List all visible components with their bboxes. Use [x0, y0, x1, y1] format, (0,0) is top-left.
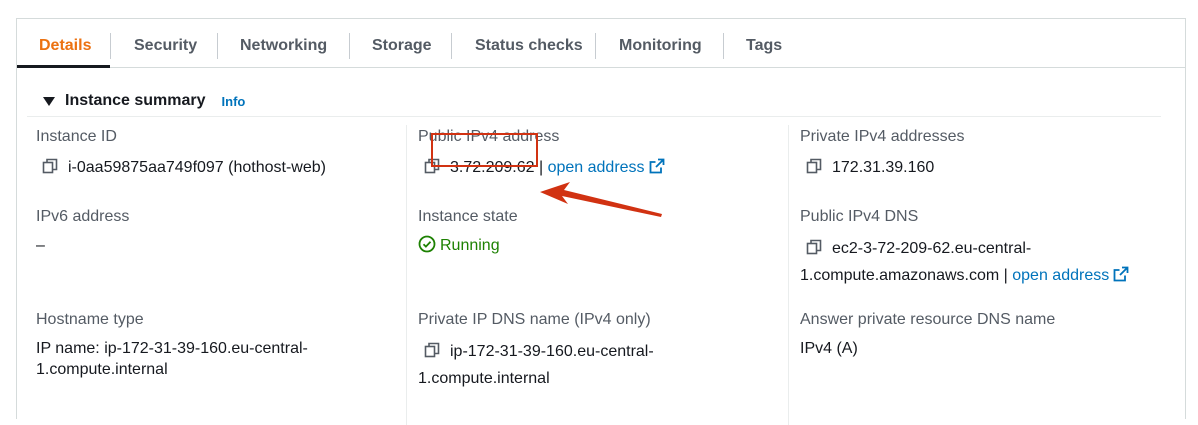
running-text: Running [440, 237, 500, 254]
instance-state-value: Running [418, 235, 500, 257]
ipv6-label: IPv6 address [36, 208, 130, 225]
tab-tags[interactable]: Tags [746, 19, 782, 67]
section-divider [27, 116, 1161, 117]
answer-dns-value: IPv4 (A) [800, 340, 858, 357]
answer-dns-label: Answer private resource DNS name [800, 311, 1056, 328]
instance-state-label: Instance state [418, 208, 518, 225]
public-dns-label: Public IPv4 DNS [800, 208, 919, 225]
private-dns-value-line2: 1.compute.internal [418, 370, 550, 387]
tab-security[interactable]: Security [134, 19, 197, 67]
copy-icon[interactable] [806, 239, 822, 255]
private-dns-label: Private IP DNS name (IPv4 only) [418, 311, 651, 328]
tab-storage[interactable]: Storage [372, 19, 432, 67]
private-dns-value-line1: ip-172-31-39-160.eu-central- [424, 341, 654, 363]
public-dns-text-line1: ec2-3-72-209-62.eu-central- [832, 240, 1032, 257]
active-tab-indicator [17, 65, 110, 68]
instance-id-value: i-0aa59875aa749f097 (hothost-web) [42, 157, 326, 179]
tab-separator [451, 33, 452, 59]
check-circle-icon [418, 235, 436, 253]
public-dns-value-line1: ec2-3-72-209-62.eu-central- [806, 238, 1031, 260]
private-ipv4-value: 172.31.39.160 [806, 157, 934, 179]
tab-bar: Details Security Networking Storage Stat… [17, 19, 1185, 68]
separator-text: | [999, 267, 1013, 284]
copy-icon[interactable] [424, 342, 440, 358]
tab-separator [217, 33, 218, 59]
external-link-icon[interactable] [649, 158, 665, 174]
tab-separator [349, 33, 350, 59]
column-divider [788, 125, 789, 425]
tab-monitoring[interactable]: Monitoring [619, 19, 702, 67]
tab-status-checks[interactable]: Status checks [475, 19, 583, 67]
info-link[interactable]: Info [222, 94, 246, 109]
copy-icon[interactable] [42, 158, 58, 174]
tab-separator [723, 33, 724, 59]
private-ipv4-label: Private IPv4 addresses [800, 128, 965, 145]
private-ipv4-text: 172.31.39.160 [832, 159, 935, 176]
annotation-highlight-box [431, 133, 538, 167]
tab-separator [595, 33, 596, 59]
public-dns-text-line2: 1.compute.amazonaws.com [800, 267, 1000, 284]
tab-details[interactable]: Details [39, 19, 91, 67]
copy-icon[interactable] [806, 158, 822, 174]
instance-id-text: i-0aa59875aa749f097 (hothost-web) [68, 159, 326, 176]
ipv6-value: – [36, 237, 45, 254]
column-divider [406, 125, 407, 425]
instance-id-label: Instance ID [36, 128, 117, 145]
tab-networking[interactable]: Networking [240, 19, 327, 67]
tab-separator [110, 33, 111, 59]
open-address-link[interactable]: open address [1012, 267, 1109, 284]
caret-down-icon[interactable] [43, 96, 55, 106]
private-dns-text-line1: ip-172-31-39-160.eu-central- [450, 343, 654, 360]
annotation-arrow [540, 182, 662, 217]
hostname-type-value-line2: 1.compute.internal [36, 361, 168, 378]
external-link-icon[interactable] [1113, 266, 1129, 282]
open-address-link[interactable]: open address [548, 159, 645, 176]
hostname-type-label: Hostname type [36, 311, 144, 328]
summary-header[interactable]: Instance summary Info [43, 89, 245, 113]
hostname-type-value-line1: IP name: ip-172-31-39-160.eu-central- [36, 340, 308, 357]
public-dns-value-line2: 1.compute.amazonaws.com | open address [800, 265, 1129, 287]
summary-title: Instance summary [65, 92, 206, 109]
